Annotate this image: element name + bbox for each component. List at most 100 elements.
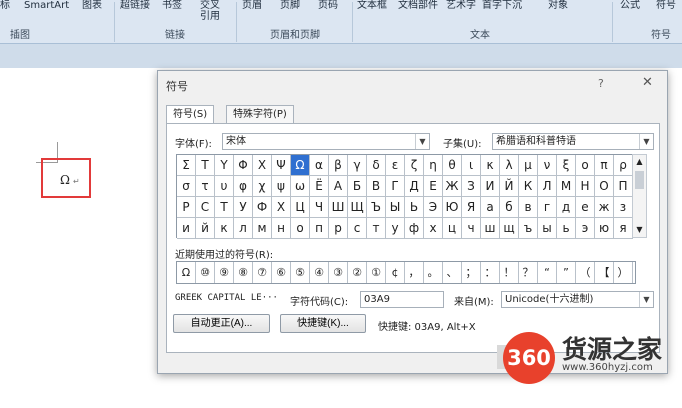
symbol-cell[interactable]: Ψ [272, 155, 291, 176]
ribbon-item-bookmark[interactable]: 书签 [162, 0, 182, 28]
symbol-cell[interactable]: ц [443, 218, 462, 239]
tab-symbols[interactable]: 符号(S) [166, 105, 215, 123]
symbol-cell[interactable]: τ [196, 176, 215, 197]
recent-symbol-cell[interactable]: ⑩ [196, 262, 215, 283]
symbol-cell[interactable]: Ф [253, 197, 272, 218]
scroll-down-icon[interactable]: ▼ [633, 225, 646, 234]
symbol-cell[interactable]: η [424, 155, 443, 176]
symbol-cell[interactable]: н [272, 218, 291, 239]
recent-symbol-cell[interactable]: ⑦ [253, 262, 272, 283]
symbol-cell[interactable]: М [557, 176, 576, 197]
symbol-cell[interactable]: ч [462, 218, 481, 239]
symbol-cell[interactable]: Р [177, 197, 196, 218]
symbol-cell[interactable]: Χ [253, 155, 272, 176]
symbol-cell[interactable]: Τ [196, 155, 215, 176]
symbol-cell[interactable]: У [234, 197, 253, 218]
symbol-cell[interactable]: λ [500, 155, 519, 176]
symbol-cell[interactable]: П [614, 176, 633, 197]
symbol-cell[interactable]: α [310, 155, 329, 176]
symbol-cell[interactable]: Е [424, 176, 443, 197]
symbol-cell[interactable]: ψ [272, 176, 291, 197]
symbol-cell[interactable]: ж [595, 197, 614, 218]
symbol-cell[interactable]: κ [481, 155, 500, 176]
symbol-cell[interactable]: л [234, 218, 253, 239]
symbol-cell[interactable]: э [576, 218, 595, 239]
recent-symbol-cell[interactable]: ： [481, 262, 500, 283]
symbol-cell[interactable]: β [329, 155, 348, 176]
recent-symbol-cell[interactable]: ② [348, 262, 367, 283]
ribbon-item-header[interactable]: 页眉 [242, 0, 262, 28]
symbol-cell[interactable]: Ц [291, 197, 310, 218]
symbol-cell[interactable]: ζ [405, 155, 424, 176]
chevron-down-icon[interactable]: ▼ [415, 134, 429, 149]
scroll-thumb[interactable] [635, 171, 644, 189]
symbol-cell[interactable]: δ [367, 155, 386, 176]
symbol-cell[interactable]: у [386, 218, 405, 239]
recent-symbol-cell[interactable]: ） [614, 262, 633, 283]
symbol-cell[interactable]: ε [386, 155, 405, 176]
symbol-cell[interactable]: й [196, 218, 215, 239]
symbol-cell[interactable]: μ [519, 155, 538, 176]
symbol-cell[interactable]: ь [557, 218, 576, 239]
help-icon[interactable]: ? [598, 77, 604, 90]
symbol-cell[interactable]: Ш [329, 197, 348, 218]
symbol-cell[interactable]: Т [215, 197, 234, 218]
symbol-cell[interactable]: щ [500, 218, 519, 239]
symbol-cell[interactable]: В [367, 176, 386, 197]
ribbon-item-symbol[interactable]: 符号 [656, 0, 676, 28]
recent-symbol-cell[interactable]: ⑨ [215, 262, 234, 283]
symbol-cell[interactable]: ξ [557, 155, 576, 176]
ribbon-item-footer[interactable]: 页脚 [280, 0, 300, 28]
symbol-cell[interactable]: Г [386, 176, 405, 197]
grid-scrollbar[interactable]: ▲ ▼ [632, 154, 647, 238]
symbol-cell[interactable]: е [576, 197, 595, 218]
symbol-cell[interactable]: с [348, 218, 367, 239]
recent-symbol-cell[interactable]: 。 [424, 262, 443, 283]
symbol-cell[interactable]: я [614, 218, 633, 239]
symbol-cell[interactable]: Х [272, 197, 291, 218]
symbol-cell[interactable]: φ [234, 176, 253, 197]
recent-symbol-cell[interactable]: “ [538, 262, 557, 283]
ribbon-item-object[interactable]: 对象 [548, 0, 568, 28]
symbol-cell[interactable]: σ [177, 176, 196, 197]
symbol-cell[interactable]: Ю [443, 197, 462, 218]
symbol-cell[interactable]: з [614, 197, 633, 218]
font-select[interactable]: 宋体 ▼ [222, 133, 430, 150]
symbol-cell[interactable]: а [481, 197, 500, 218]
chevron-down-icon[interactable]: ▼ [639, 292, 653, 307]
from-select[interactable]: Unicode(十六进制) ▼ [501, 291, 654, 308]
symbol-cell[interactable]: р [329, 218, 348, 239]
symbol-cell[interactable]: Л [538, 176, 557, 197]
symbol-cell[interactable]: Щ [348, 197, 367, 218]
symbol-cell[interactable]: Σ [177, 155, 196, 176]
symbol-cell[interactable]: З [462, 176, 481, 197]
symbol-cell[interactable]: χ [253, 176, 272, 197]
symbol-cell[interactable]: θ [443, 155, 462, 176]
recent-symbol-cell[interactable]: ” [557, 262, 576, 283]
recent-symbol-cell[interactable]: ① [367, 262, 386, 283]
recent-symbol-cell[interactable]: （ [576, 262, 595, 283]
symbol-cell[interactable]: ι [462, 155, 481, 176]
ribbon-item-chart[interactable]: 图表 [82, 0, 102, 28]
recent-symbol-cell[interactable]: 【 [595, 262, 614, 283]
symbol-cell[interactable]: б [500, 197, 519, 218]
recent-symbol-cell[interactable]: ？ [519, 262, 538, 283]
recent-symbol-cell[interactable]: ⑧ [234, 262, 253, 283]
recent-symbol-cell[interactable]: ⑤ [291, 262, 310, 283]
ribbon-item-hyperlink[interactable]: 超链接 [120, 0, 150, 28]
ribbon-item-textbox[interactable]: 文本框 [357, 0, 387, 28]
symbol-cell[interactable]: υ [215, 176, 234, 197]
symbol-cell[interactable]: м [253, 218, 272, 239]
ribbon-item-shape[interactable]: 标 [0, 0, 10, 28]
inserted-symbol[interactable]: Ω [60, 173, 70, 187]
scroll-up-icon[interactable]: ▲ [633, 157, 646, 166]
symbol-cell[interactable]: д [557, 197, 576, 218]
symbol-cell[interactable]: п [310, 218, 329, 239]
symbol-cell[interactable]: А [329, 176, 348, 197]
ribbon-item-dropcap[interactable]: 首字下沉 [482, 0, 522, 28]
char-code-input[interactable]: 03A9 [360, 291, 444, 308]
shortcut-key-button[interactable]: 快捷键(K)... [280, 314, 366, 333]
symbol-cell[interactable]: ω [291, 176, 310, 197]
symbol-cell[interactable]: Э [424, 197, 443, 218]
ribbon-item-quickparts[interactable]: 文档部件 [398, 0, 438, 28]
